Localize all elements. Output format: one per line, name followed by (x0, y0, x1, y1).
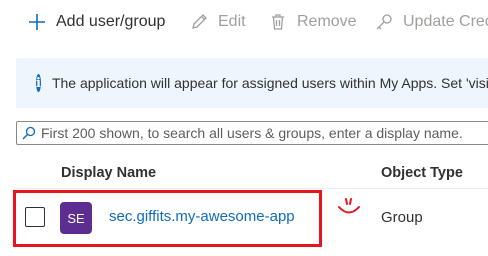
smiley-icon (338, 198, 360, 214)
pencil-icon (188, 11, 210, 33)
remove-label: Remove (297, 13, 357, 30)
object-type-cell: Group (381, 209, 423, 226)
avatar: SE (60, 202, 92, 234)
add-user-group-button[interactable]: Add user/group (26, 11, 165, 33)
trash-icon (267, 11, 289, 33)
add-user-group-label: Add user/group (56, 13, 166, 30)
column-header-display-name[interactable]: Display Name (61, 165, 156, 181)
info-banner-text: The application will appear for assigned… (51, 75, 488, 91)
info-banner: i The application will appear for assign… (16, 58, 488, 108)
row-checkbox[interactable] (25, 207, 45, 227)
edit-button[interactable]: Edit (188, 11, 246, 33)
command-bar: Add user/group Edit Remove Update Creden… (0, 0, 488, 44)
search-icon (22, 126, 36, 140)
display-name-link[interactable]: sec.giffits.my-awesome-app (109, 208, 295, 225)
remove-button[interactable]: Remove (267, 11, 357, 33)
info-icon: i (36, 74, 41, 92)
search-input[interactable] (41, 125, 481, 141)
plus-icon (26, 11, 48, 33)
update-credentials-label: Update Credentials (403, 13, 488, 30)
update-credentials-button[interactable]: Update Credentials (373, 11, 488, 33)
table-row[interactable]: SE sec.giffits.my-awesome-app Group (16, 192, 488, 240)
header-divider (16, 188, 488, 189)
key-icon (373, 11, 395, 33)
column-header-object-type[interactable]: Object Type (381, 165, 463, 181)
edit-label: Edit (218, 13, 246, 30)
search-box[interactable] (16, 121, 488, 145)
